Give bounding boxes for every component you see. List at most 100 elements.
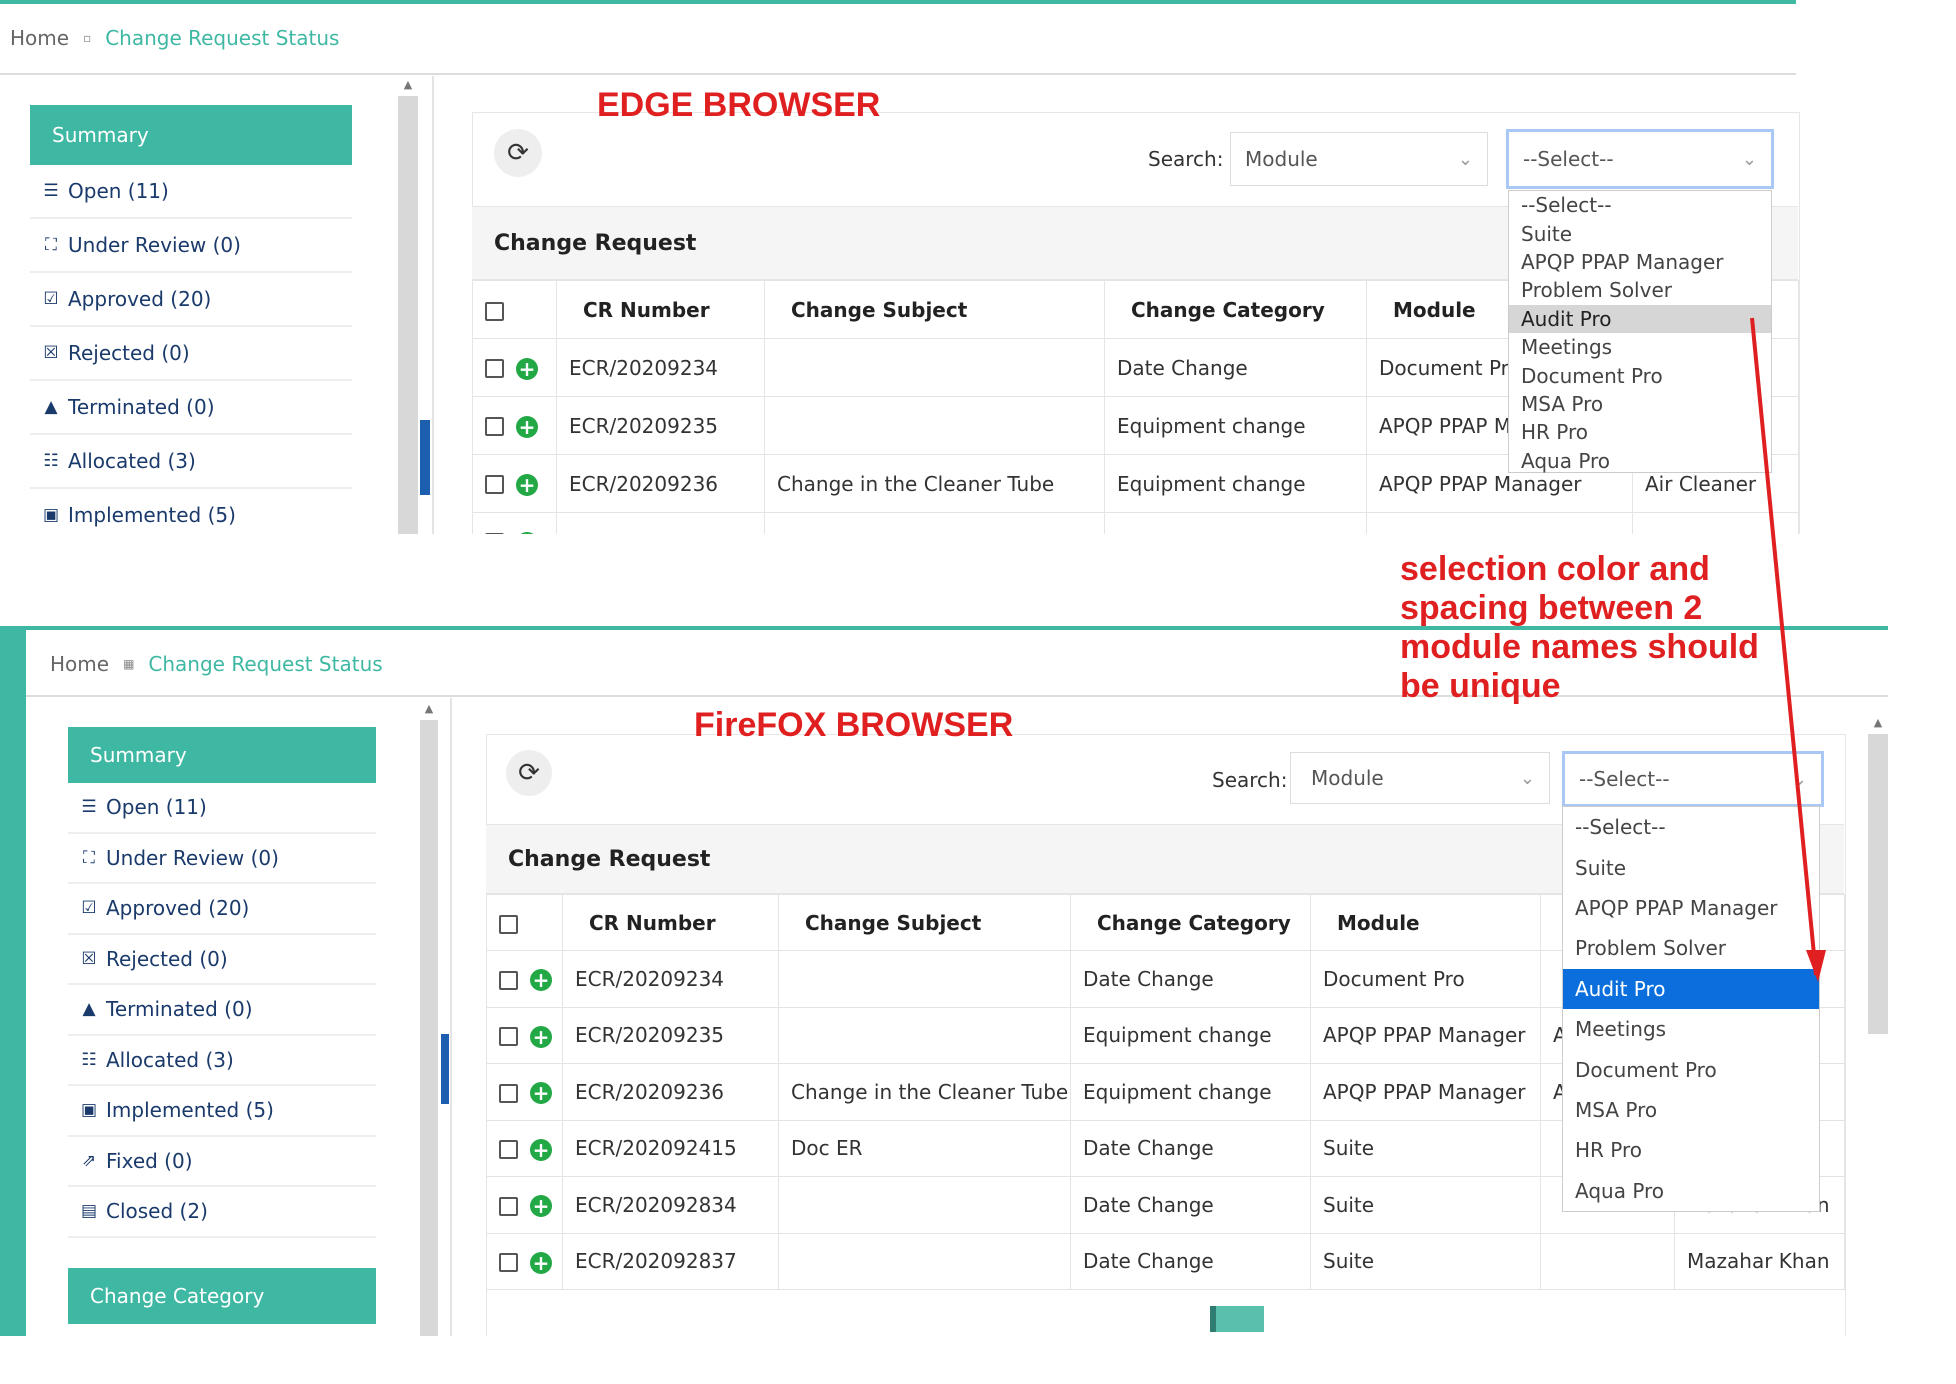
- main-scroll-up-arrow-icon[interactable]: ▲: [1868, 716, 1888, 729]
- row-checkbox[interactable]: [485, 417, 504, 437]
- row-checkbox[interactable]: [485, 475, 504, 495]
- dropdown-option[interactable]: --Select--: [1509, 191, 1771, 219]
- sidebar-item-under-review[interactable]: ⛶ Under Review (0): [68, 833, 376, 884]
- sidebar-item-implemented[interactable]: ▣ Implemented (5): [30, 489, 352, 534]
- select-all-checkbox[interactable]: [485, 301, 504, 321]
- dropdown-option[interactable]: Aqua Pro: [1509, 447, 1771, 475]
- change-subject-cell: Change in the Cleaner Tube: [778, 1063, 1071, 1121]
- column-header[interactable]: Module: [1310, 894, 1541, 951]
- sidebar-scrollbar[interactable]: [420, 720, 438, 1336]
- dropdown-option[interactable]: Document Pro: [1509, 361, 1771, 389]
- dropdown-option[interactable]: MSA Pro: [1509, 390, 1771, 418]
- sidebar-item-allocated[interactable]: ☷ Allocated (3): [68, 1035, 376, 1086]
- sidebar-item-label: Terminated (0): [106, 997, 253, 1022]
- sidebar-item-terminated[interactable]: ▲ Terminated (0): [30, 381, 352, 435]
- dropdown-option[interactable]: Problem Solver: [1509, 276, 1771, 304]
- expand-plus-icon[interactable]: +: [530, 1082, 552, 1104]
- reviewer-icon: ⛶: [45, 235, 57, 255]
- sidebar-item-rejected[interactable]: ☒ Rejected (0): [68, 934, 376, 985]
- dropdown-option[interactable]: Meetings: [1563, 1009, 1819, 1049]
- row-checkbox[interactable]: [499, 1140, 518, 1159]
- main-scrollbar[interactable]: [1868, 734, 1888, 1034]
- row-controls: +: [486, 1176, 563, 1234]
- change-subject-cell: Doc ER: [778, 1119, 1071, 1177]
- dropdown-option[interactable]: HR Pro: [1563, 1130, 1819, 1170]
- cr-number-cell: ECR/20209234: [562, 950, 779, 1008]
- expand-plus-icon[interactable]: +: [530, 1025, 552, 1048]
- sidebar-right-border: [432, 76, 434, 534]
- chevron-down-icon: ⌄: [1519, 767, 1535, 789]
- scroll-up-arrow-icon[interactable]: ▲: [420, 702, 438, 715]
- dropdown-option[interactable]: Meetings: [1509, 333, 1771, 361]
- sidebar-item-open[interactable]: ☰ Open (11): [30, 165, 352, 219]
- dropdown-option[interactable]: Document Pro: [1563, 1049, 1819, 1089]
- refresh-icon[interactable]: ⟳: [506, 750, 552, 796]
- module-dropdown-list[interactable]: --Select-- Suite APQP PPAP Manager Probl…: [1508, 190, 1772, 473]
- expand-plus-icon[interactable]: +: [516, 473, 538, 496]
- sidebar-item-label: Allocated (3): [106, 1047, 234, 1072]
- row-checkbox[interactable]: [499, 970, 518, 990]
- expand-plus-icon[interactable]: +: [516, 531, 538, 534]
- search-field-select[interactable]: Module ⌄: [1230, 132, 1488, 186]
- sidebar-item-terminated[interactable]: ▲ Terminated (0): [68, 985, 376, 1036]
- row-checkbox[interactable]: [499, 1196, 518, 1216]
- breadcrumb: Home ▫ Change Request Status: [10, 26, 339, 50]
- sidebar-scrollbar[interactable]: [398, 96, 418, 534]
- dropdown-option[interactable]: Aqua Pro: [1563, 1171, 1819, 1211]
- breadcrumb-home-link[interactable]: Home: [10, 26, 69, 50]
- expand-plus-icon[interactable]: +: [530, 1251, 552, 1274]
- sidebar-item-fixed[interactable]: ⇗ Fixed (0): [68, 1136, 376, 1187]
- change-category-cell: Date Change: [1070, 1119, 1311, 1177]
- expand-plus-icon[interactable]: +: [530, 1138, 552, 1161]
- table-row[interactable]: +: [472, 512, 1799, 534]
- dropdown-option[interactable]: MSA Pro: [1563, 1090, 1819, 1130]
- sidebar-item-approved[interactable]: ☑ Approved (20): [30, 273, 352, 327]
- column-header[interactable]: Change Subject: [778, 894, 1071, 951]
- sidebar-item-label: Implemented (5): [106, 1098, 274, 1123]
- sidebar-item-under-review[interactable]: ⛶ Under Review (0): [30, 219, 352, 273]
- select-all-checkbox[interactable]: [499, 914, 518, 934]
- module-select[interactable]: --Select-- ⌄: [1506, 129, 1774, 189]
- expand-plus-icon[interactable]: +: [530, 1195, 552, 1217]
- sidebar-item-closed[interactable]: ▤ Closed (2): [68, 1187, 376, 1238]
- row-checkbox[interactable]: [499, 1253, 518, 1272]
- sidebar-item-rejected[interactable]: ☒ Rejected (0): [30, 327, 352, 381]
- breadcrumb-home-link[interactable]: Home: [50, 652, 109, 676]
- scroll-up-arrow-icon[interactable]: ▲: [398, 78, 418, 91]
- cr-number-cell: ECR/20209234: [556, 338, 765, 397]
- sidebar-item-allocated[interactable]: ☷ Allocated (3): [30, 435, 352, 489]
- expand-plus-icon[interactable]: +: [530, 969, 552, 991]
- change-subject-cell: Change in the Cleaner Tube: [764, 454, 1105, 513]
- refresh-icon[interactable]: ⟳: [494, 129, 542, 177]
- row-checkbox[interactable]: [499, 1083, 518, 1103]
- search-field-value: Module: [1245, 147, 1318, 171]
- expand-plus-icon[interactable]: +: [516, 415, 538, 438]
- search-label: Search:: [1212, 768, 1288, 792]
- chevron-down-icon: ⌄: [1741, 148, 1757, 170]
- column-header[interactable]: Change Subject: [764, 280, 1105, 339]
- dropdown-option-highlighted[interactable]: Audit Pro: [1509, 304, 1771, 333]
- module-cell: Suite: [1310, 1119, 1541, 1177]
- sidebar-item-implemented[interactable]: ▣ Implemented (5): [68, 1086, 376, 1137]
- sidebar-item-approved[interactable]: ☑ Approved (20): [68, 884, 376, 935]
- owner-cell: Mazahar Khan: [1674, 1232, 1845, 1290]
- cr-number-cell: ECR/20209236: [562, 1063, 779, 1121]
- column-header[interactable]: Change Category: [1104, 280, 1367, 339]
- column-header[interactable]: CR Number: [556, 280, 765, 339]
- column-header[interactable]: Change Category: [1070, 894, 1311, 951]
- module-cell: Suite: [1310, 1232, 1541, 1290]
- table-row[interactable]: + ECR/202092837 Date Change Suite Mazaha…: [486, 1232, 1845, 1290]
- column-header[interactable]: CR Number: [562, 894, 779, 951]
- expand-plus-icon[interactable]: +: [516, 357, 538, 380]
- change-category-header: Change Category: [68, 1267, 376, 1324]
- search-field-value: Module: [1311, 766, 1384, 790]
- row-checkbox[interactable]: [485, 359, 504, 379]
- search-field-select[interactable]: Module ⌄: [1290, 752, 1550, 804]
- row-checkbox[interactable]: [485, 533, 504, 534]
- dropdown-option[interactable]: APQP PPAP Manager: [1509, 248, 1771, 276]
- dropdown-option[interactable]: Suite: [1509, 219, 1771, 247]
- dropdown-option[interactable]: HR Pro: [1509, 418, 1771, 446]
- sidebar-item-open[interactable]: ☰ Open (11): [68, 783, 376, 834]
- row-checkbox[interactable]: [499, 1027, 518, 1046]
- sidebar-item-label: Closed (2): [106, 1199, 208, 1224]
